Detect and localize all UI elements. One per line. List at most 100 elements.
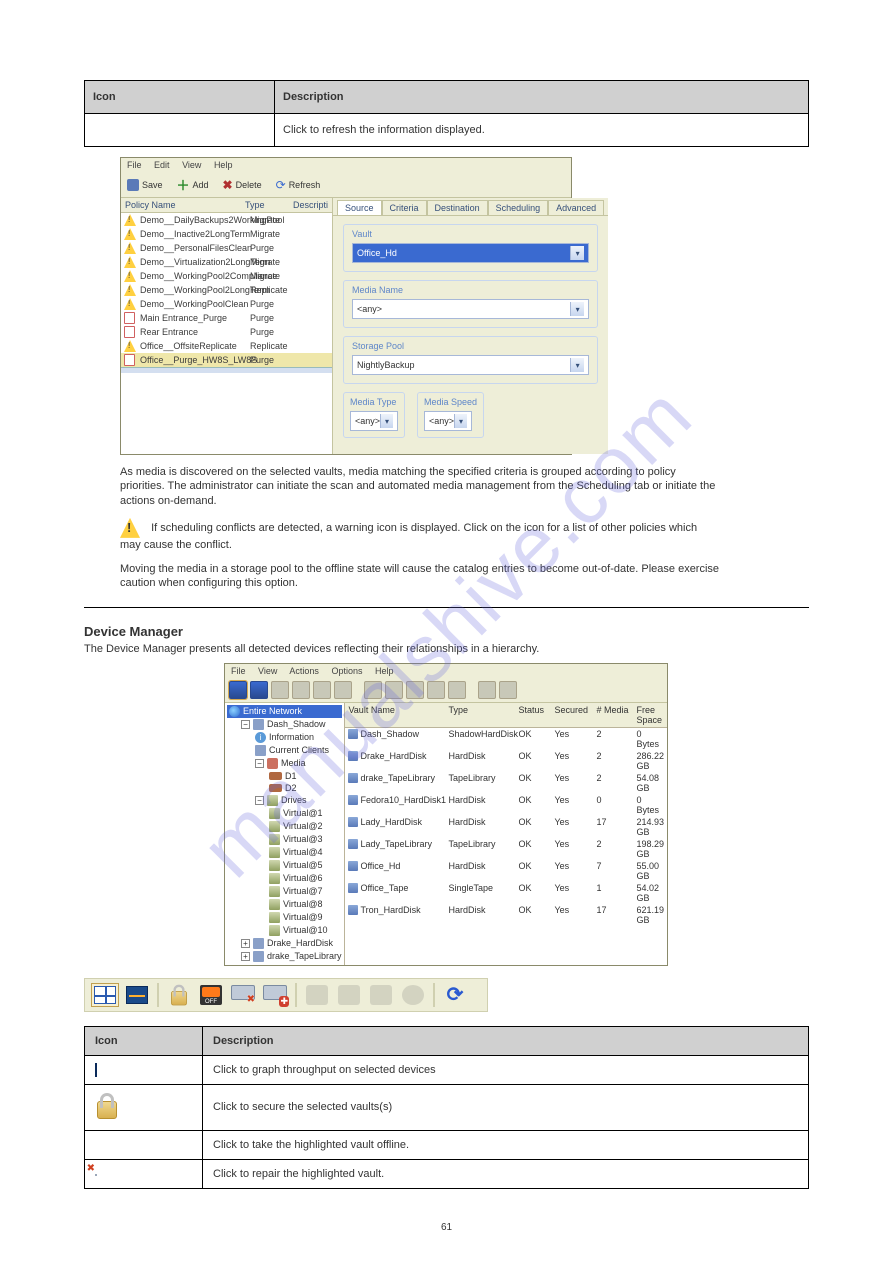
vault-row[interactable]: Lady_TapeLibraryTapeLibraryOKYes2198.29 …	[345, 838, 667, 860]
tree-node[interactable]: +drake_TapeLibrary	[227, 950, 342, 963]
offline-icon[interactable]	[197, 983, 225, 1007]
vault-combo[interactable]: Office_Hd▾	[352, 243, 589, 263]
tb-icon[interactable]	[229, 681, 247, 699]
menu-file[interactable]: File	[127, 160, 142, 170]
vault-row[interactable]: drake_TapeLibraryTapeLibraryOKYes254.08 …	[345, 772, 667, 794]
tree-root[interactable]: Entire Network	[227, 705, 342, 718]
vault-row[interactable]: Dash_ShadowShadowHardDiskOKYes20 Bytes	[345, 728, 667, 750]
save-button[interactable]: Save	[127, 175, 163, 194]
storage-pool-combo[interactable]: NightlyBackup▾	[352, 355, 589, 375]
policy-row[interactable]: Demo__WorkingPool2LongTermReplicate	[121, 283, 332, 297]
tb-icon[interactable]	[478, 681, 496, 699]
tb-icon[interactable]	[427, 681, 445, 699]
menu-file[interactable]: File	[231, 666, 246, 676]
menubar: File Edit View Help	[121, 158, 571, 172]
menu-edit[interactable]: Edit	[154, 160, 170, 170]
tree-node[interactable]: Virtual@3	[227, 833, 342, 846]
menu-actions[interactable]: Actions	[289, 666, 319, 676]
media-type-combo[interactable]: <any>▾	[350, 411, 398, 431]
menu-help[interactable]: Help	[375, 666, 394, 676]
col-status[interactable]: Status	[518, 705, 554, 725]
tb-icon[interactable]	[271, 681, 289, 699]
tb-icon[interactable]	[364, 681, 382, 699]
policy-row[interactable]: Demo__Inactive2LongTermMigrate	[121, 227, 332, 241]
tb-icon[interactable]	[334, 681, 352, 699]
device-tree[interactable]: Entire Network −Dash_Shadow iInformation…	[225, 703, 345, 965]
media-name-combo[interactable]: <any>▾	[352, 299, 589, 319]
policy-row[interactable]: Demo__PersonalFilesCleanPurge	[121, 241, 332, 255]
page-number: 61	[0, 1222, 893, 1233]
policy-row[interactable]: Office__OffsiteReplicateReplicate	[121, 339, 332, 353]
tree-node[interactable]: Virtual@4	[227, 846, 342, 859]
tree-node[interactable]: Virtual@8	[227, 898, 342, 911]
tb-icon[interactable]	[406, 681, 424, 699]
col-policy-name[interactable]: Policy Name	[125, 200, 245, 210]
col-secured[interactable]: Secured	[554, 705, 596, 725]
vault-row[interactable]: Lady_HardDiskHardDiskOKYes17214.93 GB	[345, 816, 667, 838]
tab-source[interactable]: Source	[337, 200, 382, 215]
tree-node[interactable]: D2	[227, 782, 342, 794]
media-speed-combo[interactable]: <any>▾	[424, 411, 472, 431]
tb-icon[interactable]	[499, 681, 517, 699]
col-vault-name[interactable]: Vault Name	[348, 705, 448, 725]
h-scrollbar[interactable]	[121, 367, 332, 373]
vault-row[interactable]: Office_TapeSingleTapeOKYes154.02 GB	[345, 882, 667, 904]
tree-node[interactable]: D1	[227, 770, 342, 782]
tree-node[interactable]: iInformation	[227, 731, 342, 744]
vault-row[interactable]: Office_HdHardDiskOKYes755.00 GB	[345, 860, 667, 882]
tab-advanced[interactable]: Advanced	[548, 200, 604, 215]
vault-icon	[348, 883, 358, 893]
refresh-button[interactable]: ⟳Refresh	[276, 175, 321, 194]
tree-node[interactable]: Virtual@10	[227, 924, 342, 937]
tree-node[interactable]: Virtual@1	[227, 807, 342, 820]
tree-node[interactable]: −Media	[227, 757, 342, 770]
tree-node[interactable]: Virtual@9	[227, 911, 342, 924]
vault-row[interactable]: Fedora10_HardDisk1HardDiskOKYes00 Bytes	[345, 794, 667, 816]
policy-row[interactable]: Demo__Virtualization2LongTermMigrate	[121, 255, 332, 269]
menu-options[interactable]: Options	[331, 666, 362, 676]
tree-node[interactable]: Current Clients	[227, 744, 342, 757]
tree-node[interactable]: −Dash_Shadow	[227, 718, 342, 731]
menu-view[interactable]: View	[182, 160, 201, 170]
separator	[157, 983, 159, 1007]
tab-destination[interactable]: Destination	[427, 200, 488, 215]
vault-row[interactable]: Tron_HardDiskHardDiskOKYes17621.19 GB	[345, 904, 667, 926]
tab-criteria[interactable]: Criteria	[382, 200, 427, 215]
policy-row[interactable]: Office__Purge_HW8S_LW8SPurge	[121, 353, 332, 367]
policy-row[interactable]: Demo__DailyBackups2WorkingPoolMigrate	[121, 213, 332, 227]
chart-icon[interactable]	[123, 983, 151, 1007]
tree-node[interactable]: Virtual@2	[227, 820, 342, 833]
menu-view[interactable]: View	[258, 666, 277, 676]
add-button[interactable]: ＋Add	[177, 175, 209, 194]
icon-cell	[85, 1084, 203, 1130]
policy-row[interactable]: Demo__WorkingPoolCleanPurge	[121, 297, 332, 311]
tb-icon[interactable]	[448, 681, 466, 699]
policy-row[interactable]: Demo__WorkingPool2ComplianceMigrate	[121, 269, 332, 283]
tb-icon[interactable]	[292, 681, 310, 699]
vault-row[interactable]: Drake_HardDiskHardDiskOKYes2286.22 GB	[345, 750, 667, 772]
grid-view-icon[interactable]	[91, 983, 119, 1007]
tb-icon[interactable]	[313, 681, 331, 699]
policy-row[interactable]: Rear EntrancePurge	[121, 325, 332, 339]
tab-scheduling[interactable]: Scheduling	[488, 200, 549, 215]
col-type[interactable]: Type	[245, 200, 293, 210]
add-vault-icon[interactable]	[261, 983, 289, 1007]
tree-node[interactable]: Virtual@6	[227, 872, 342, 885]
lock-icon[interactable]	[165, 983, 193, 1007]
col-free-space[interactable]: Free Space	[636, 705, 664, 725]
tree-node[interactable]: Virtual@7	[227, 885, 342, 898]
tb-icon[interactable]	[250, 681, 268, 699]
tree-node[interactable]: −Drives	[227, 794, 342, 807]
repair-icon[interactable]	[229, 983, 257, 1007]
tree-node[interactable]: +Drake_HardDisk	[227, 937, 342, 950]
policy-row[interactable]: Main Entrance_PurgePurge	[121, 311, 332, 325]
tree-node[interactable]: Virtual@5	[227, 859, 342, 872]
col-media-count[interactable]: # Media	[596, 705, 636, 725]
tb-icon[interactable]	[385, 681, 403, 699]
th-desc: Description	[203, 1026, 809, 1055]
menu-help[interactable]: Help	[214, 160, 233, 170]
delete-button[interactable]: ✖Delete	[223, 175, 262, 194]
col-desc[interactable]: Descripti	[293, 200, 328, 210]
col-type[interactable]: Type	[448, 705, 518, 725]
refresh-icon[interactable]: ⟳	[441, 983, 469, 1007]
